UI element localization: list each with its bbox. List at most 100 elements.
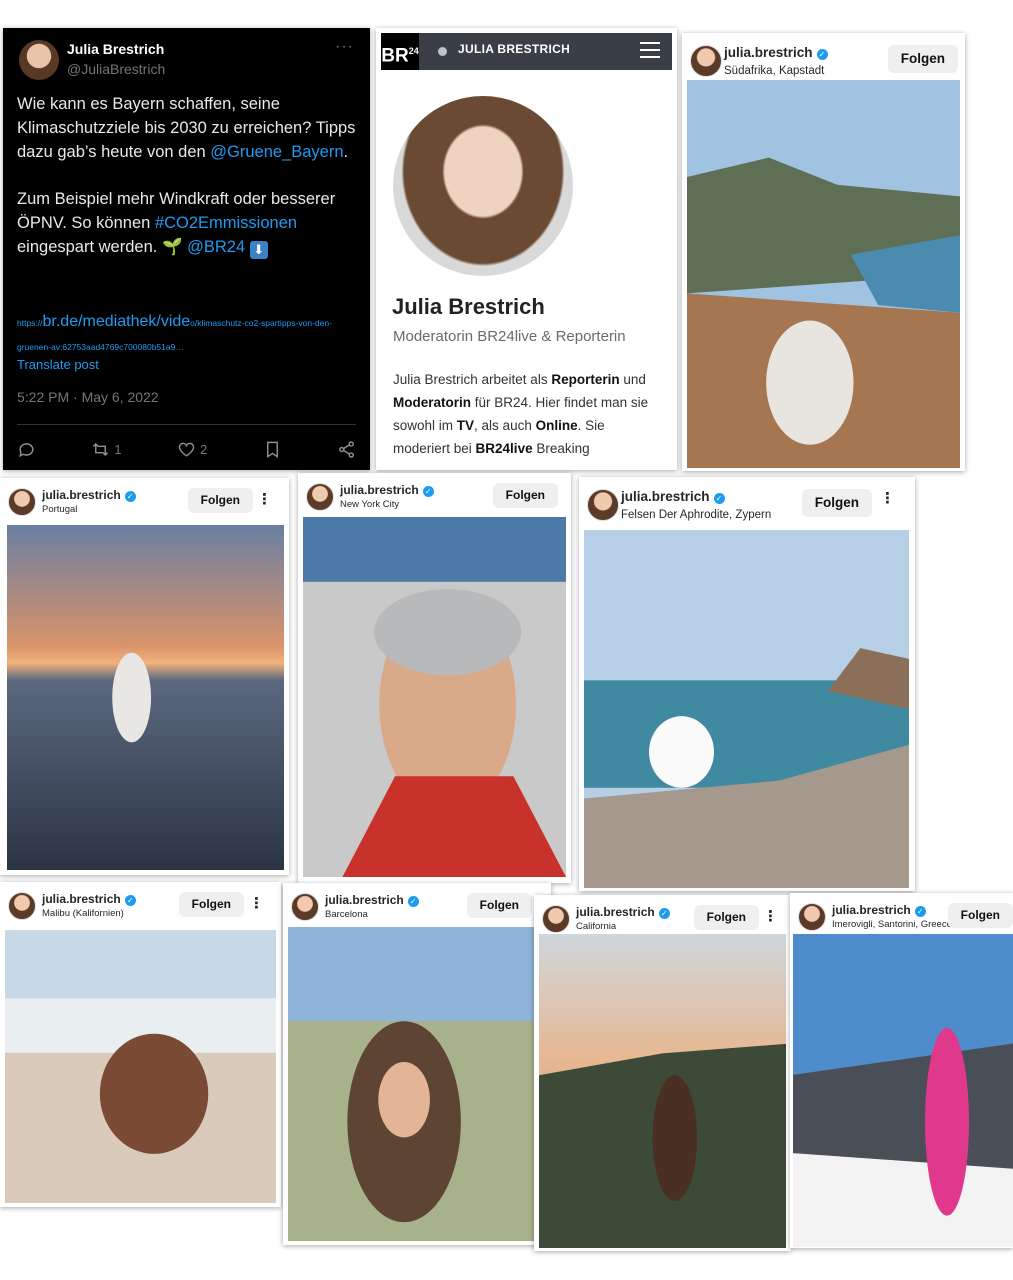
profile-avatar[interactable]: [798, 903, 826, 931]
verified-badge-icon: ✓: [124, 895, 136, 906]
username[interactable]: julia.brestrich ✓: [340, 483, 434, 497]
follow-button[interactable]: Folgen: [187, 488, 253, 513]
post-photo[interactable]: [584, 530, 909, 888]
bio-bold-text: Reporterin: [551, 372, 620, 387]
profile-avatar[interactable]: [587, 489, 619, 521]
tweet-link-domain: br.de/mediathek/vide: [42, 313, 191, 330]
post-location[interactable]: Südafrika, Kapstadt: [724, 65, 824, 77]
follow-button[interactable]: Folgen: [466, 893, 532, 918]
more-options-icon[interactable]: ···: [335, 38, 354, 56]
seedling-emoji-icon: 🌱: [161, 238, 183, 256]
profile-avatar[interactable]: [8, 488, 36, 516]
reply-button[interactable]: [17, 440, 36, 459]
username-text: julia.brestrich: [325, 893, 404, 907]
br24-header-title: JULIA BRESTRICH: [458, 42, 571, 56]
post-photo[interactable]: [303, 517, 566, 877]
bookmark-icon: [266, 441, 278, 458]
profile-avatar[interactable]: [306, 483, 334, 511]
username[interactable]: julia.brestrich ✓: [42, 488, 136, 502]
follow-button[interactable]: Folgen: [693, 905, 759, 930]
post-photo[interactable]: [5, 930, 276, 1203]
retweet-button[interactable]: 1: [91, 440, 122, 459]
post-photo[interactable]: [7, 525, 284, 870]
instagram-post: julia.brestrich ✓ Südafrika, Kapstadt Folge…: [682, 33, 965, 471]
instagram-post: julia.brestrich ✓ Imerovigli, Santorini, G…: [790, 893, 1013, 1248]
follow-button[interactable]: Folgen: [492, 483, 558, 508]
post-location[interactable]: Imerovigli, Santorini, Greece: [832, 919, 952, 930]
br24-logo[interactable]: BR24: [381, 33, 419, 70]
profile-role: Moderatorin BR24live & Reporterin: [393, 328, 626, 345]
username-text: julia.brestrich: [42, 488, 121, 502]
more-options-icon[interactable]: ⋮: [249, 894, 264, 912]
post-photo[interactable]: [288, 927, 546, 1241]
tweet-link[interactable]: https://br.de/mediathek/video/klimaschut…: [17, 310, 357, 359]
username[interactable]: julia.brestrich ✓: [621, 489, 725, 504]
follow-button[interactable]: Folgen: [178, 892, 244, 917]
profile-avatar[interactable]: [690, 45, 722, 77]
tweet-link-prefix: https://: [17, 318, 43, 328]
username[interactable]: julia.brestrich ✓: [42, 892, 136, 906]
verified-badge-icon: ✓: [658, 908, 670, 919]
post-photo[interactable]: [687, 80, 960, 468]
post-photo[interactable]: [539, 934, 786, 1248]
post-location[interactable]: Portugal: [42, 504, 77, 515]
tweet-author-handle[interactable]: @JuliaBrestrich: [67, 61, 165, 77]
like-button[interactable]: 2: [177, 440, 207, 459]
tweet-text: Wie kann es Bayern schaffen, seine Klima…: [17, 92, 357, 282]
post-location[interactable]: Malibu (Kalifornien): [42, 908, 124, 919]
username[interactable]: julia.brestrich ✓: [832, 903, 926, 917]
more-options-icon[interactable]: ⋮: [257, 490, 272, 508]
profile-avatar[interactable]: [291, 893, 319, 921]
username-text: julia.brestrich: [576, 905, 655, 919]
username[interactable]: julia.brestrich ✓: [724, 45, 828, 60]
tweet-avatar[interactable]: [19, 40, 59, 80]
profile-avatar[interactable]: [542, 905, 570, 933]
follow-button[interactable]: Folgen: [801, 489, 872, 517]
hamburger-menu-icon[interactable]: [640, 42, 660, 63]
verified-badge-icon: ✓: [422, 486, 434, 497]
verified-badge-icon: ✓: [407, 896, 419, 907]
bio-bold-text: TV: [456, 418, 475, 433]
follow-button[interactable]: Folgen: [947, 903, 1013, 928]
more-options-icon[interactable]: ⋮: [763, 907, 778, 925]
tweet-text-period: .: [343, 143, 349, 161]
share-button[interactable]: [337, 440, 356, 459]
profile-name: Julia Brestrich: [392, 294, 545, 319]
post-photo[interactable]: [793, 934, 1013, 1247]
instagram-post: julia.brestrich✓BarcelonaFolgen⋮: [283, 883, 551, 1245]
bookmark-button[interactable]: [263, 440, 282, 459]
follow-button[interactable]: Folgen: [887, 45, 958, 73]
verified-badge-icon: ✓: [713, 493, 725, 504]
tweet-card[interactable]: Julia Brestrich @JuliaBrestrich ··· Wie …: [3, 28, 370, 470]
username-text: julia.brestrich: [724, 45, 813, 60]
profile-bio: Julia Brestrich arbeitet als Reporterin …: [393, 368, 663, 460]
post-location[interactable]: Felsen Der Aphrodite, Zypern: [621, 509, 771, 521]
username-text: julia.brestrich: [340, 483, 419, 497]
username[interactable]: julia.brestrich ✓: [325, 893, 419, 907]
instagram-post: julia.brestrich ✓ Felsen Der Aphrodite, Zy…: [579, 477, 915, 891]
like-count: 2: [199, 441, 208, 457]
instagram-post: julia.brestrich ✓ Portugal Folgen ⋮: [0, 478, 289, 875]
username-text: julia.brestrich: [621, 489, 710, 504]
mention-gruene-bayern[interactable]: @Gruene_Bayern: [210, 143, 343, 161]
bio-text: und: [619, 372, 646, 387]
share-icon: [339, 440, 354, 458]
mention-br24[interactable]: @BR24: [187, 238, 245, 256]
post-location[interactable]: Barcelona: [325, 909, 368, 920]
hashtag-co2[interactable]: #CO2Emmissionen: [155, 214, 297, 232]
bio-text: Breaking: [532, 441, 590, 456]
tweet-author-name[interactable]: Julia Brestrich: [67, 41, 164, 57]
verified-badge-icon: ✓: [124, 491, 136, 502]
post-location[interactable]: New York City: [340, 499, 399, 510]
retweet-icon: [93, 442, 109, 456]
more-options-icon[interactable]: ⋮: [880, 489, 895, 507]
tweet-timestamp[interactable]: 5:22 PM · May 6, 2022: [17, 389, 159, 405]
instagram-post: julia.brestrich ✓ California Folgen ⋮: [534, 895, 791, 1251]
br24-logo-text: BR: [381, 45, 409, 67]
br24-logo-sup: 24: [408, 46, 419, 56]
profile-avatar[interactable]: [8, 892, 36, 920]
translate-post-link[interactable]: Translate post: [17, 357, 99, 372]
retweet-count: 1: [114, 441, 122, 457]
post-location[interactable]: California: [576, 921, 616, 932]
username[interactable]: julia.brestrich ✓: [576, 905, 670, 919]
